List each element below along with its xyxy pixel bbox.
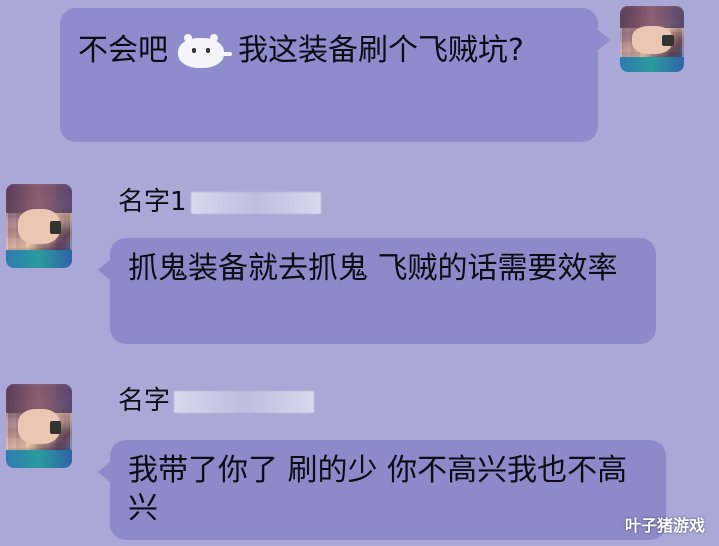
self-avatar[interactable] [620,6,684,72]
message-text-part2: 我这装备刷个飞贼坑? [238,33,524,68]
sender-name: 名字 [118,386,315,416]
message-text: 我带了你了 刷的少 你不高兴我也不高兴 [128,453,628,526]
sender-avatar[interactable] [6,184,72,268]
bubble-tail [98,462,110,482]
message-bubble-incoming: 抓鬼装备就去抓鬼 飞贼的话需要效率 [98,238,656,344]
message-text-part1: 不会吧 [78,33,168,68]
cat-sticker-icon [174,33,232,70]
bubble-tail [98,260,110,280]
bubble-tail [598,30,610,50]
redacted-name-blur [190,191,321,214]
redacted-name-blur [174,390,315,413]
message-bubble-outgoing: 不会吧 我这装备刷个飞贼坑? [60,8,610,142]
message-bubble-incoming: 我带了你了 刷的少 你不高兴我也不高兴 [98,440,666,540]
sender-name: 名字1 [118,187,321,217]
sender-avatar[interactable] [6,384,72,468]
watermark-text: 叶子猪游戏 [624,516,705,535]
message-text: 抓鬼装备就去抓鬼 飞贼的话需要效率 [128,251,618,286]
